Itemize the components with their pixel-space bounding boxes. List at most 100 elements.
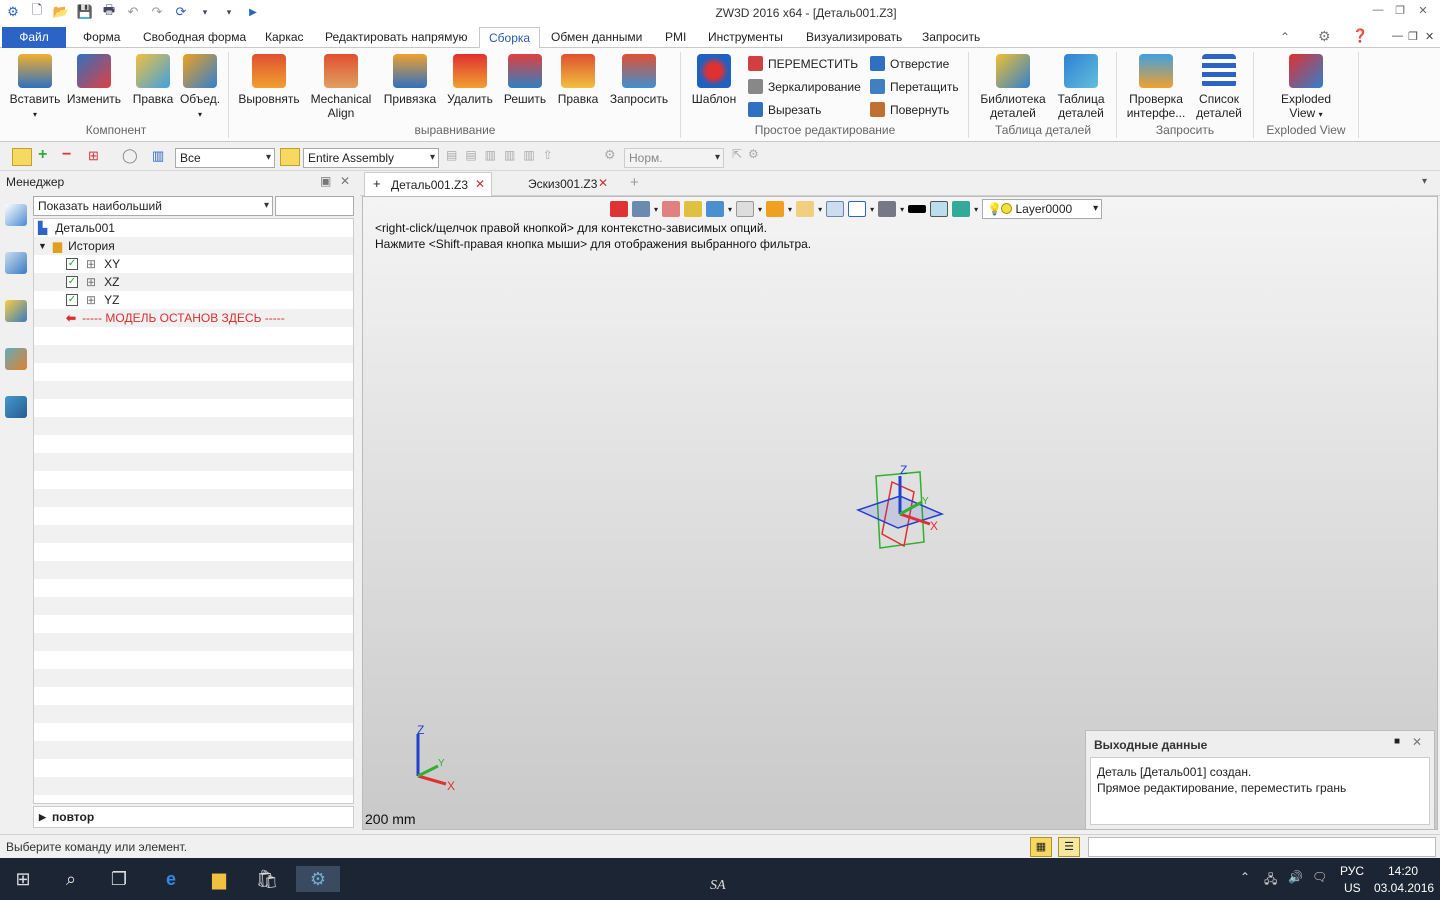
zoom-fit-icon[interactable] [826, 201, 845, 217]
cube-icon[interactable] [706, 201, 725, 217]
keyboard-layout[interactable]: US [1344, 881, 1361, 895]
eraser-icon[interactable] [662, 201, 681, 217]
input-language[interactable]: РУС [1340, 864, 1364, 878]
output-close-icon[interactable]: ✕ [1412, 735, 1422, 749]
doc-close-icon[interactable]: ✕ [1425, 30, 1434, 43]
tree-plane-yz-row[interactable]: ✓ ⊞ YZ [34, 291, 353, 309]
add-icon[interactable]: + [38, 146, 47, 164]
tree-root-row[interactable]: ▙ Деталь001 [34, 219, 353, 237]
network-icon[interactable]: 🖧 [1264, 870, 1277, 891]
layer-icon[interactable] [952, 201, 971, 217]
tree-plane-xy-row[interactable]: ✓ ⊞ XY [34, 255, 353, 273]
solve-button[interactable]: Решить [498, 48, 552, 106]
tab-tools[interactable]: Инструменты [699, 27, 792, 48]
delete-constraint-button[interactable]: Удалить [442, 48, 498, 106]
display-filter-icon[interactable] [766, 201, 785, 217]
repeat-section[interactable]: ▶ повтор [33, 806, 354, 828]
align-button[interactable]: Выровнять [236, 48, 302, 106]
mirror-button[interactable]: Зеркалирование [748, 79, 861, 94]
checkbox-checked-icon[interactable]: ✓ [66, 258, 78, 270]
tab-pmi[interactable]: PMI [656, 27, 695, 48]
close-tab-icon[interactable]: ✕ [475, 177, 485, 191]
edge-browser-icon[interactable]: e [158, 866, 184, 892]
show-mode-combo[interactable]: Показать наибольший [33, 196, 273, 216]
wireframe-cube-icon[interactable] [736, 201, 755, 217]
doc-tab-part[interactable]: + Деталь001.Z3 ✕ [364, 172, 492, 196]
filter-icon[interactable]: ▥ [152, 148, 164, 164]
assembly-scope-icon[interactable] [280, 148, 300, 166]
drag-button[interactable]: Перетащить [870, 79, 959, 94]
mechanical-align-button[interactable]: Mechanical Align [306, 48, 376, 120]
datum-planes-triad[interactable]: Z X Y [852, 462, 948, 554]
view-manager-icon[interactable] [5, 348, 27, 370]
merge-component-button[interactable]: Объед. ▾ [176, 48, 224, 122]
chevron-up-icon[interactable]: ⌃ [1240, 870, 1250, 884]
cut-button[interactable]: Вырезать [748, 102, 821, 117]
volume-icon[interactable]: 🔊 [1288, 870, 1303, 884]
tab-file[interactable]: Файл [2, 27, 66, 48]
list-toggle-icon[interactable]: ☰ [1058, 837, 1080, 857]
panel-close-icon[interactable]: ✕ [340, 174, 350, 188]
zw3d-app-icon[interactable]: ⚙ [296, 866, 340, 892]
close-tab-icon[interactable]: ✕ [598, 176, 608, 190]
history-manager-icon[interactable] [5, 204, 27, 226]
edit-constraint-button[interactable]: Правка [552, 48, 604, 106]
parts-list-button[interactable]: Список деталей [1190, 48, 1248, 120]
tab-shape[interactable]: Форма [74, 27, 129, 48]
checkbox-checked-icon[interactable]: ✓ [66, 294, 78, 306]
doc-restore-icon[interactable]: ❐ [1408, 30, 1418, 43]
task-view-icon[interactable]: ❐ [106, 866, 132, 892]
clock-date[interactable]: 03.04.2016 [1374, 881, 1434, 895]
tab-query[interactable]: Запросить [913, 27, 989, 48]
render-mode-icon[interactable] [796, 201, 815, 217]
user-icon[interactable] [5, 396, 27, 418]
store-icon[interactable]: 🛍 [254, 866, 280, 892]
layer-combo[interactable]: 💡 Layer0000 ▾ [982, 199, 1103, 219]
scope-combo[interactable]: Entire Assembly [303, 148, 439, 168]
search-icon[interactable]: ⌕ [58, 866, 84, 892]
insert-component-button[interactable]: Вставить ▾ [6, 48, 64, 122]
rotate-button[interactable]: Повернуть [870, 102, 949, 117]
tab-freeform[interactable]: Свободная форма [134, 27, 255, 48]
minimize-icon[interactable]: — [1368, 4, 1388, 20]
tree-search-input[interactable] [275, 196, 354, 216]
windows-start-icon[interactable]: ⊞ [10, 866, 36, 892]
query-constraint-button[interactable]: Запросить [606, 48, 672, 106]
hole-button[interactable]: Отверстие [870, 56, 949, 71]
doc-tab-sketch[interactable]: Эскиз001.Z3 ✕ [520, 172, 620, 196]
tree-plane-xz-row[interactable]: ✓ ⊞ XZ [34, 273, 353, 291]
interference-check-button[interactable]: Проверка интерфе... [1122, 48, 1190, 120]
assembly-tree-icon[interactable] [5, 252, 27, 274]
tab-wireframe[interactable]: Каркас [256, 27, 313, 48]
command-input[interactable] [1088, 837, 1436, 857]
edit-component-button[interactable]: Правка [126, 48, 180, 106]
view-orient-icon[interactable] [632, 201, 650, 217]
color-swatch-icon[interactable] [930, 201, 949, 217]
tree-history-row[interactable]: ▼ ▆ История [34, 237, 353, 255]
close-icon[interactable]: ✕ [1413, 4, 1433, 20]
checkbox-checked-icon[interactable]: ✓ [66, 276, 78, 288]
template-button[interactable]: Шаблон [686, 48, 742, 106]
lasso-icon[interactable]: ◯ [122, 147, 138, 164]
output-pin-icon[interactable]: ■ [1394, 736, 1400, 747]
chevron-down-icon[interactable]: ▼ [38, 241, 47, 251]
part-browser-icon[interactable] [5, 300, 27, 322]
exit-icon[interactable] [610, 201, 628, 217]
section-view-icon[interactable] [878, 201, 897, 217]
new-tab-icon[interactable]: + [630, 174, 639, 191]
help-icon[interactable]: ❓ [1352, 28, 1368, 44]
clock-time[interactable]: 14:20 [1388, 864, 1418, 878]
move-button[interactable]: ПЕРЕМЕСТИТЬ [748, 56, 858, 71]
snap-button[interactable]: Привязка [380, 48, 440, 106]
filter-combo[interactable]: Все [175, 148, 275, 168]
doc-min-icon[interactable]: — [1392, 30, 1403, 42]
part-library-button[interactable]: Библиотека деталей [976, 48, 1050, 120]
tab-direct-edit[interactable]: Редактировать напрямую [316, 27, 476, 48]
collapse-ribbon-icon[interactable]: ⌃ [1280, 30, 1290, 44]
part-table-button[interactable]: Таблица деталей [1052, 48, 1110, 120]
maximize-icon[interactable]: ❐ [1390, 4, 1410, 20]
color-black-icon[interactable] [908, 205, 927, 213]
file-explorer-icon[interactable]: ▆ [206, 866, 232, 892]
tab-data-exchange[interactable]: Обмен данными [542, 27, 651, 48]
tab-assembly[interactable]: Сборка [479, 27, 541, 49]
